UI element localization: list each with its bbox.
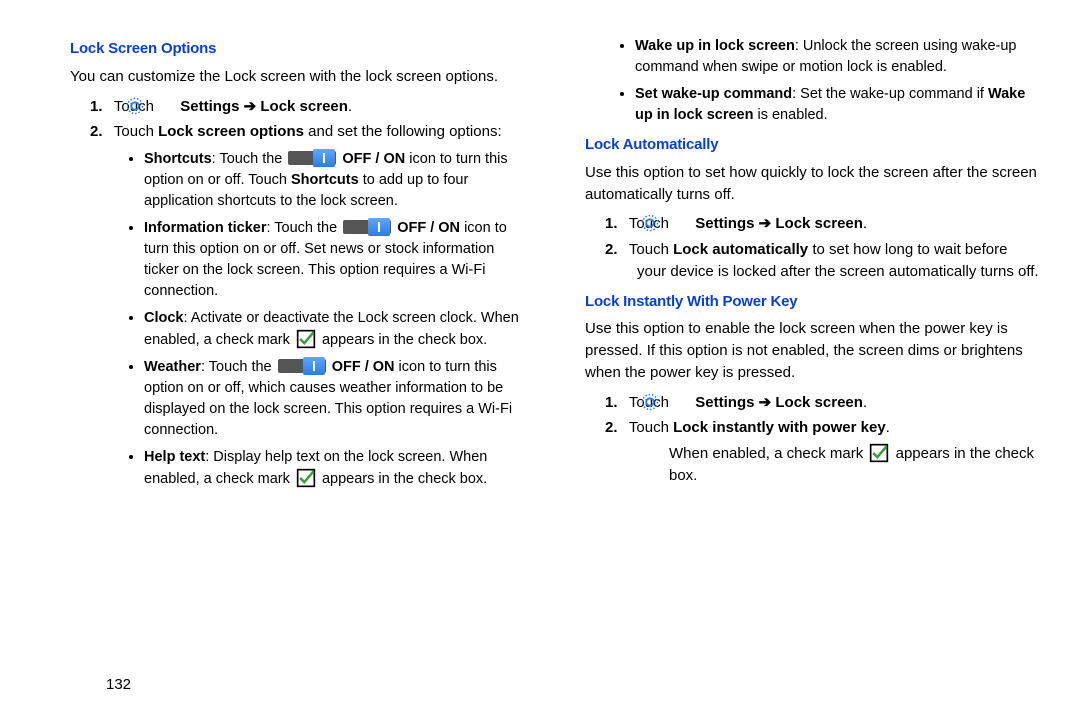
list-item: Weather: Touch the OFF / ON icon to turn… — [144, 357, 525, 441]
list-item: Wake up in lock screen: Unlock the scree… — [635, 36, 1040, 78]
steps-list: 1. Touch Settings ➔ Lock screen. 2. Touc… — [585, 392, 1040, 487]
toggle-icon — [278, 357, 326, 375]
step-item: 1. Touch Settings ➔ Lock screen. — [623, 392, 1040, 414]
list-item: Clock: Activate or deactivate the Lock s… — [144, 308, 525, 351]
bullet-list: Shortcuts: Touch the OFF / ON icon to tu… — [122, 149, 525, 490]
steps-list: 1. Touch Settings ➔ Lock screen. 2. Touc… — [70, 96, 525, 491]
checkmark-icon — [296, 329, 316, 349]
list-item: Shortcuts: Touch the OFF / ON icon to tu… — [144, 149, 525, 212]
heading-lock-screen-options: Lock Screen Options — [70, 38, 525, 60]
settings-icon — [158, 97, 176, 115]
intro-text: You can customize the Lock screen with t… — [70, 66, 525, 88]
settings-icon — [673, 214, 691, 232]
toggle-icon — [343, 218, 391, 236]
list-item: Information ticker: Touch the OFF / ON i… — [144, 218, 525, 302]
left-column: Lock Screen Options You can customize th… — [70, 30, 525, 496]
step-item: 2. Touch Lock screen options and set the… — [108, 121, 525, 490]
steps-list: 1. Touch Settings ➔ Lock screen. 2. Touc… — [585, 213, 1040, 282]
step-item: 2. Touch Lock instantly with power key. … — [623, 417, 1040, 486]
intro-text: Use this option to enable the lock scree… — [585, 318, 1040, 383]
checkmark-icon — [869, 443, 889, 463]
note-text: When enabled, a check mark appears in th… — [669, 443, 1040, 487]
heading-lock-automatically: Lock Automatically — [585, 134, 1040, 156]
step-item: 1. Touch Settings ➔ Lock screen. — [623, 213, 1040, 235]
page-number: 132 — [106, 674, 131, 696]
intro-text: Use this option to set how quickly to lo… — [585, 162, 1040, 206]
settings-icon — [673, 393, 691, 411]
checkmark-icon — [296, 468, 316, 488]
right-column: Wake up in lock screen: Unlock the scree… — [585, 30, 1040, 496]
list-item: Help text: Display help text on the lock… — [144, 447, 525, 490]
heading-lock-instantly: Lock Instantly With Power Key — [585, 291, 1040, 313]
toggle-icon — [288, 149, 336, 167]
step-item: 1. Touch Settings ➔ Lock screen. — [108, 96, 525, 118]
bullet-list: Wake up in lock screen: Unlock the scree… — [613, 36, 1040, 126]
step-item: 2. Touch Lock automatically to set how l… — [623, 239, 1040, 283]
list-item: Set wake-up command: Set the wake-up com… — [635, 84, 1040, 126]
